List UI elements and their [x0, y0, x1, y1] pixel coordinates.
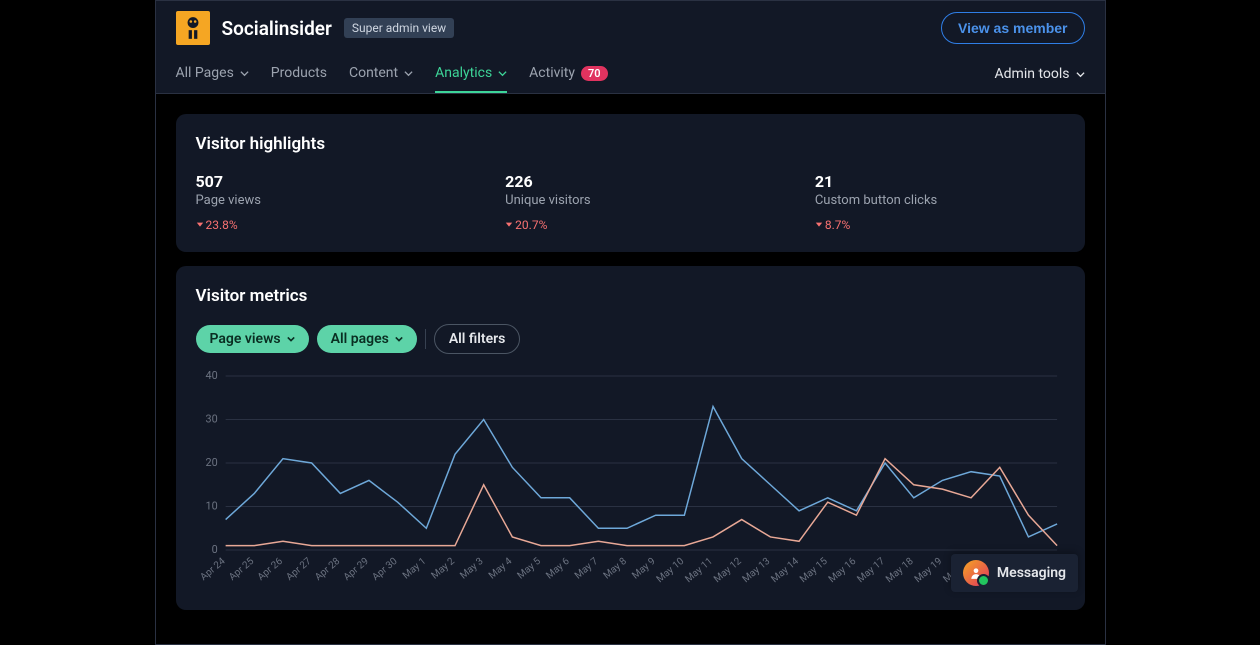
highlight-item: 507 Page views 23.8%: [196, 172, 446, 232]
avatar: [963, 560, 989, 586]
admin-view-badge: Super admin view: [344, 18, 454, 38]
svg-text:May 11: May 11: [683, 556, 715, 585]
svg-text:May 17: May 17: [855, 556, 887, 586]
view-as-member-button[interactable]: View as member: [941, 12, 1084, 44]
chevron-down-icon: [287, 335, 295, 343]
highlight-delta: 23.8%: [196, 218, 446, 232]
svg-text:Apr 27: Apr 27: [284, 556, 313, 584]
svg-text:May 12: May 12: [712, 556, 744, 586]
card-title: Visitor highlights: [196, 134, 1065, 154]
svg-text:Apr 24: Apr 24: [198, 556, 227, 584]
highlight-label: Custom button clicks: [815, 193, 1065, 208]
svg-text:May 7: May 7: [572, 556, 600, 582]
svg-text:May 2: May 2: [429, 556, 457, 582]
visitor-metrics-chart: 010203040Apr 24Apr 25Apr 26Apr 27Apr 28A…: [196, 370, 1065, 590]
svg-text:May 8: May 8: [601, 556, 629, 582]
highlight-value: 507: [196, 172, 446, 191]
pages-filter-chip[interactable]: All pages: [317, 325, 417, 353]
svg-text:10: 10: [205, 499, 217, 512]
highlight-label: Unique visitors: [505, 193, 755, 208]
admin-tools-menu[interactable]: Admin tools: [995, 56, 1085, 92]
svg-text:Apr 26: Apr 26: [255, 556, 284, 584]
chevron-down-icon: [395, 335, 403, 343]
chevron-down-icon: [404, 69, 413, 78]
chevron-down-icon: [240, 69, 249, 78]
visitor-metrics-card: Visitor metrics Page views All pages All…: [176, 266, 1085, 610]
highlight-delta: 8.7%: [815, 218, 1065, 232]
tab-analytics[interactable]: Analytics: [435, 55, 507, 93]
svg-text:May 15: May 15: [798, 556, 830, 586]
chip-label: All pages: [331, 331, 389, 347]
highlight-label: Page views: [196, 193, 446, 208]
svg-text:May 19: May 19: [912, 556, 944, 585]
tab-label: Analytics: [435, 65, 492, 81]
svg-text:May 16: May 16: [826, 556, 858, 586]
highlight-item: 21 Custom button clicks 8.7%: [815, 172, 1065, 232]
tab-activity[interactable]: Activity 70: [529, 55, 607, 93]
svg-text:May 9: May 9: [630, 556, 657, 582]
svg-text:Apr 30: Apr 30: [370, 556, 399, 584]
messaging-label: Messaging: [997, 565, 1066, 581]
svg-text:Apr 25: Apr 25: [227, 556, 256, 584]
svg-text:May 13: May 13: [740, 556, 772, 585]
tab-label: Content: [349, 65, 398, 81]
svg-text:20: 20: [205, 456, 217, 469]
tab-label: Products: [271, 65, 327, 81]
chip-label: Page views: [210, 331, 281, 347]
activity-count-badge: 70: [581, 66, 608, 81]
highlight-value: 21: [815, 172, 1065, 191]
svg-text:0: 0: [211, 543, 217, 556]
svg-text:May 5: May 5: [515, 556, 543, 582]
tab-content[interactable]: Content: [349, 55, 413, 93]
tab-label: All Pages: [176, 65, 234, 81]
brand-name: Socialinsider: [222, 17, 332, 40]
admin-tools-label: Admin tools: [995, 66, 1070, 82]
card-title: Visitor metrics: [196, 286, 1065, 306]
messaging-widget[interactable]: Messaging: [951, 554, 1078, 592]
chip-label: All filters: [449, 331, 506, 347]
all-filters-chip[interactable]: All filters: [434, 324, 521, 354]
svg-text:Apr 28: Apr 28: [313, 556, 342, 584]
svg-text:May 3: May 3: [458, 556, 485, 582]
svg-text:May 6: May 6: [544, 556, 572, 582]
svg-text:May 14: May 14: [769, 556, 801, 586]
highlight-item: 226 Unique visitors 20.7%: [505, 172, 755, 232]
tab-label: Activity: [529, 65, 575, 81]
svg-text:30: 30: [205, 412, 217, 425]
caret-down-icon: [815, 221, 823, 229]
chevron-down-icon: [1076, 70, 1085, 79]
highlight-value: 226: [505, 172, 755, 191]
caret-down-icon: [196, 221, 204, 229]
svg-text:Apr 29: Apr 29: [341, 556, 370, 583]
tab-products[interactable]: Products: [271, 55, 327, 93]
tab-all-pages[interactable]: All Pages: [176, 55, 249, 93]
visitor-highlights-card: Visitor highlights 507 Page views 23.8% 226…: [176, 114, 1085, 252]
svg-text:40: 40: [205, 370, 217, 382]
caret-down-icon: [505, 221, 513, 229]
svg-text:May 4: May 4: [486, 556, 514, 582]
brand-logo[interactable]: [176, 11, 210, 45]
metric-filter-chip[interactable]: Page views: [196, 325, 309, 353]
svg-text:May 10: May 10: [654, 556, 686, 586]
chevron-down-icon: [498, 69, 507, 78]
highlight-delta: 20.7%: [505, 218, 755, 232]
svg-text:May 18: May 18: [884, 556, 916, 586]
separator: [425, 329, 426, 349]
svg-text:May 1: May 1: [400, 556, 427, 582]
